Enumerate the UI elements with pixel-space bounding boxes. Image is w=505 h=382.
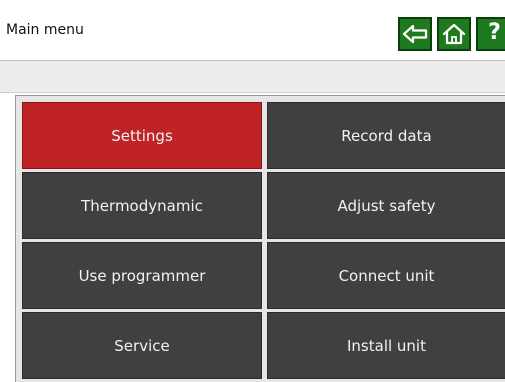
toolbar-strip xyxy=(0,61,505,93)
settings-button[interactable]: Settings xyxy=(22,102,262,169)
help-button[interactable]: ? xyxy=(476,17,505,51)
adjust-safety-button[interactable]: Adjust safety xyxy=(267,172,505,239)
home-icon xyxy=(442,23,466,45)
help-icon: ? xyxy=(488,20,501,45)
home-button[interactable] xyxy=(437,17,471,51)
thermodynamic-button[interactable]: Thermodynamic xyxy=(22,172,262,239)
left-arrow-icon xyxy=(402,24,428,44)
service-button[interactable]: Service xyxy=(22,312,262,379)
record-data-button[interactable]: Record data xyxy=(267,102,505,169)
back-button[interactable] xyxy=(398,17,432,51)
page-title: Main menu xyxy=(6,22,84,38)
install-unit-button[interactable]: Install unit xyxy=(267,312,505,379)
title-bar: Main menu ? xyxy=(0,0,505,61)
use-programmer-button[interactable]: Use programmer xyxy=(22,242,262,309)
connect-unit-button[interactable]: Connect unit xyxy=(267,242,505,309)
